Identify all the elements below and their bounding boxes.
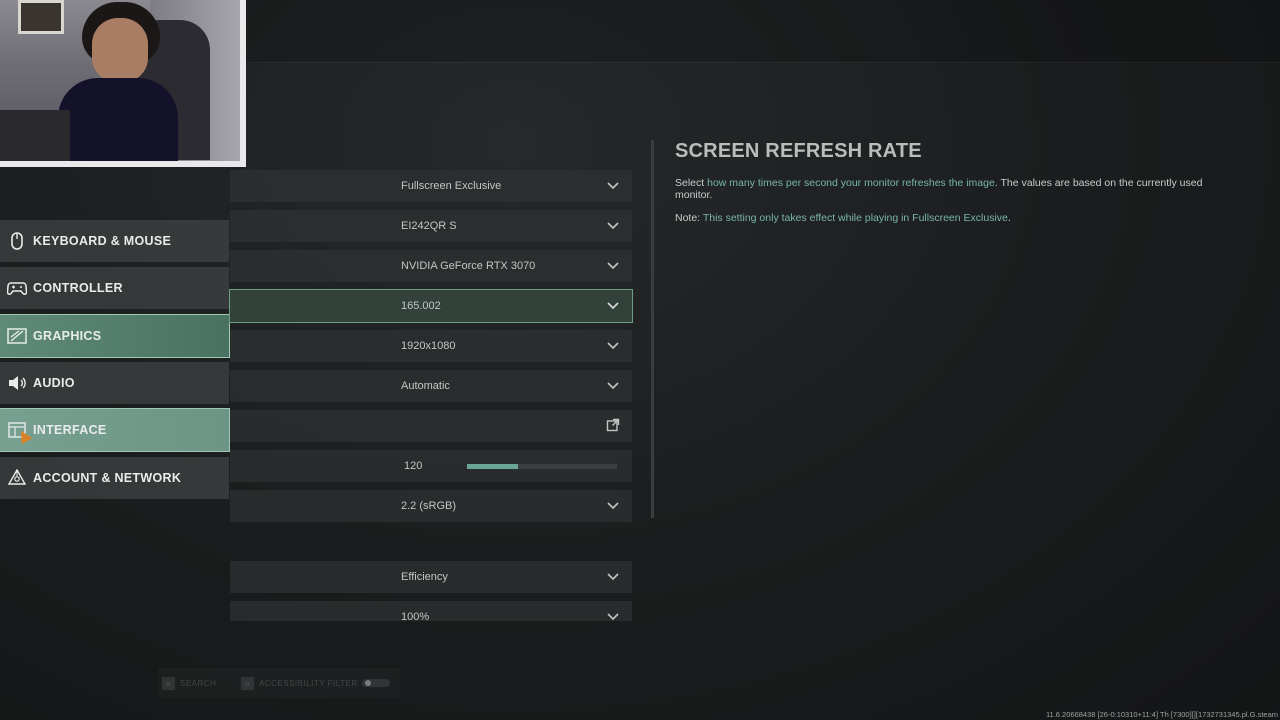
accessibility-filter-label: ACCESSIBILITY FILTER bbox=[259, 678, 358, 688]
setting-value: 1920x1080 bbox=[401, 340, 456, 352]
nav-item-interface[interactable]: INTERFACE bbox=[0, 408, 230, 452]
speaker-icon bbox=[6, 373, 28, 393]
description-text: Select how many times per second your mo… bbox=[675, 177, 1215, 201]
chevron-down-icon bbox=[607, 382, 619, 390]
setting-row-dynamic-resolution[interactable]: Automatic bbox=[230, 370, 632, 402]
setting-value: Fullscreen Exclusive bbox=[401, 180, 502, 192]
setting-row-screen-refresh-rate[interactable]: 165.002 bbox=[229, 289, 633, 323]
description-note: Note: This setting only takes effect whi… bbox=[675, 212, 1011, 224]
note-label: Note: bbox=[675, 212, 703, 224]
setting-row-display-mode[interactable]: Fullscreen Exclusive bbox=[230, 170, 632, 202]
setting-value: 165.002 bbox=[401, 300, 441, 312]
chevron-down-icon bbox=[607, 222, 619, 230]
note-highlight: Fullscreen Exclusive bbox=[912, 212, 1008, 224]
nav-item-label: INTERFACE bbox=[33, 423, 107, 437]
webcam-overlay bbox=[0, 0, 246, 167]
search-button[interactable]: ○ SEARCH bbox=[162, 676, 216, 690]
setting-row-external-link[interactable] bbox=[230, 410, 632, 442]
frame-rate-slider[interactable] bbox=[467, 464, 617, 469]
nav-item-controller[interactable]: CONTROLLER bbox=[0, 267, 229, 309]
chevron-down-icon bbox=[607, 613, 619, 621]
description-title: SCREEN REFRESH RATE bbox=[675, 140, 922, 162]
webcam-body bbox=[58, 78, 178, 161]
nav-item-label: AUDIO bbox=[33, 376, 75, 390]
setting-value: EI242QR S bbox=[401, 220, 457, 232]
nav-item-label: ACCOUNT & NETWORK bbox=[33, 471, 182, 485]
setting-row-quality-preset[interactable]: Efficiency bbox=[230, 561, 632, 593]
setting-row-render-resolution[interactable]: 100% bbox=[230, 601, 632, 623]
chevron-down-icon bbox=[607, 573, 619, 581]
chevron-down-icon bbox=[607, 262, 619, 270]
webcam-face bbox=[92, 18, 148, 82]
chevron-down-icon bbox=[607, 502, 619, 510]
setting-row-display-gamma[interactable]: 2.2 (sRGB) bbox=[230, 490, 632, 522]
setting-row-display-monitor[interactable]: EI242QR S bbox=[230, 210, 632, 242]
external-link-icon bbox=[606, 418, 620, 432]
setting-row-display-adapter[interactable]: NVIDIA GeForce RTX 3070 bbox=[230, 250, 632, 282]
key-hint-icon: ○ bbox=[162, 676, 175, 690]
chevron-down-icon bbox=[607, 342, 619, 350]
nav-item-audio[interactable]: AUDIO bbox=[0, 362, 229, 404]
section-header-ghost bbox=[112, 536, 116, 548]
nav-item-account-network[interactable]: ACCOUNT & NETWORK bbox=[0, 457, 229, 499]
slider-fill bbox=[467, 464, 518, 469]
description-highlight: how many times per second your monitor r… bbox=[707, 177, 995, 189]
nav-item-graphics[interactable]: GRAPHICS bbox=[0, 314, 230, 358]
setting-value: 100% bbox=[401, 611, 430, 623]
gamepad-icon bbox=[6, 278, 28, 298]
setting-row-custom-frame-rate[interactable]: 120 bbox=[230, 450, 632, 482]
top-divider bbox=[250, 62, 1280, 63]
setting-value: 2.2 (sRGB) bbox=[401, 500, 457, 512]
graphics-icon bbox=[6, 326, 28, 346]
accessibility-filter-toggle[interactable] bbox=[362, 679, 390, 687]
search-label: SEARCH bbox=[180, 678, 217, 688]
setting-value: NVIDIA GeForce RTX 3070 bbox=[401, 260, 536, 272]
nav-item-label: CONTROLLER bbox=[33, 281, 123, 295]
nav-item-label: KEYBOARD & MOUSE bbox=[33, 234, 172, 248]
webcam-picture-frame bbox=[18, 0, 64, 34]
key-hint-icon: ○ bbox=[241, 676, 254, 690]
version-string: 11.6.20668438 [26-0:10310+11:4] Th [7300… bbox=[1045, 710, 1278, 719]
chevron-down-icon bbox=[607, 302, 619, 310]
network-icon bbox=[6, 468, 28, 488]
webcam-shadow bbox=[0, 110, 70, 161]
setting-value: Automatic bbox=[401, 380, 450, 392]
chevron-down-icon bbox=[607, 182, 619, 190]
accessibility-filter-button[interactable]: ○ ACCESSIBILITY FILTER bbox=[241, 676, 358, 690]
panel-divider bbox=[651, 140, 654, 518]
setting-row-display-resolution[interactable]: 1920x1080 bbox=[230, 330, 632, 362]
nav-item-label: GRAPHICS bbox=[33, 329, 102, 343]
setting-value: Efficiency bbox=[401, 571, 448, 583]
mouse-icon bbox=[6, 231, 28, 251]
slider-value: 120 bbox=[404, 460, 423, 472]
nav-item-keyboard-mouse[interactable]: KEYBOARD & MOUSE bbox=[0, 220, 229, 262]
description-text-part: Select bbox=[675, 177, 708, 189]
note-end: . bbox=[1007, 212, 1011, 224]
note-highlight: This setting only takes effect while pla… bbox=[702, 212, 913, 224]
